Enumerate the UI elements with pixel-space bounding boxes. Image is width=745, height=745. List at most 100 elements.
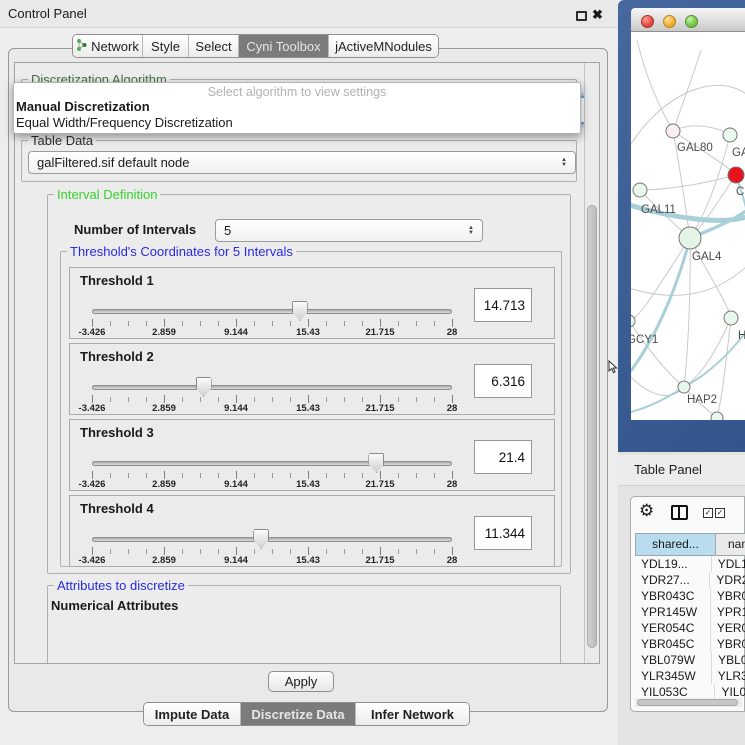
network-node[interactable] [711, 412, 723, 420]
slider-ticks [92, 395, 453, 403]
scrollbar-thumb[interactable] [587, 205, 597, 648]
threshold-value-input[interactable] [474, 440, 532, 474]
scrollbar-thumb[interactable] [637, 699, 738, 706]
network-node[interactable] [633, 183, 647, 197]
network-node[interactable] [666, 124, 680, 138]
network-node[interactable] [723, 128, 737, 142]
column-header-name[interactable]: name [716, 533, 745, 556]
interval-definition-group: Interval Definition Number of Intervals … [47, 194, 571, 574]
tick-label: 28 [447, 555, 458, 566]
slider-ticks [92, 319, 453, 327]
tick-label: 9.144 [224, 327, 248, 338]
node-table-body: YDL19...YDL1YDR27...YDR2YBR043CYBR0YPR14… [635, 556, 745, 698]
threshold-value-input[interactable] [474, 364, 532, 398]
tab-jactivemnodules[interactable]: jActiveMNodules [329, 35, 438, 57]
table-row[interactable]: YER054CYER0 [635, 620, 745, 636]
network-svg: GAL80GACGAL11GAL4GCY1HHAP2 [631, 32, 745, 420]
tab-style[interactable]: Style [143, 35, 189, 57]
tick-label: -3.426 [79, 403, 106, 414]
tab-label: jActiveMNodules [335, 39, 432, 54]
minimize-window-icon[interactable] [663, 15, 676, 28]
slider-thumb[interactable] [196, 377, 212, 397]
table-panel-titlebar: Table Panel [618, 455, 745, 486]
dropdown-option-equal-width[interactable]: Equal Width/Frequency Discretization [14, 115, 580, 131]
network-node-label: GAL11 [641, 204, 676, 216]
table-row[interactable]: YBL079WYBL0 [635, 652, 745, 668]
float-window-icon[interactable] [576, 11, 587, 21]
network-node[interactable] [724, 311, 738, 325]
table-data-combo[interactable]: galFiltered.sif default node ▲▼ [28, 151, 576, 174]
interval-definition-title: Interval Definition [54, 187, 160, 202]
threshold-slider[interactable]: -3.4262.8599.14415.4321.71528 [70, 496, 490, 568]
table-row[interactable]: YDL19...YDL1 [635, 556, 745, 572]
table-row[interactable]: YPR145WYPR1 [635, 604, 745, 620]
dropdown-option-manual[interactable]: Manual Discretization [14, 99, 580, 115]
column-header-shared-name[interactable]: shared... [635, 533, 716, 556]
network-node[interactable] [679, 227, 701, 249]
tick-label: 2.859 [152, 403, 176, 414]
network-icon [76, 39, 87, 54]
network-node[interactable] [631, 315, 635, 327]
gear-icon[interactable]: ⚙ [639, 501, 654, 521]
network-node[interactable] [728, 167, 744, 183]
table-horizontal-scrollbar[interactable] [635, 698, 742, 707]
close-window-icon[interactable] [641, 15, 654, 28]
slider-tick-labels: -3.4262.8599.14415.4321.71528 [92, 479, 452, 491]
tab-label: Impute Data [155, 707, 229, 722]
threshold-value-input[interactable] [474, 516, 532, 550]
tab-infer-network[interactable]: Infer Network [356, 703, 469, 725]
tab-discretize-data[interactable]: Discretize Data [241, 703, 356, 725]
tab-select[interactable]: Select [189, 35, 239, 57]
slider-track[interactable] [92, 309, 452, 314]
threshold-row: Threshold 4 -3.4262.8599.14415.4321.7152… [69, 495, 555, 567]
table-row[interactable]: YIL053CYIL0 [635, 684, 745, 698]
slider-thumb[interactable] [292, 301, 308, 321]
apply-button[interactable]: Apply [268, 671, 334, 692]
column-layout-icon[interactable] [671, 505, 688, 520]
network-node-label: HAP2 [687, 394, 717, 406]
threshold-slider[interactable]: -3.4262.8599.14415.4321.71528 [70, 268, 490, 340]
thresholds-group: Threshold's Coordinates for 5 Intervals … [60, 251, 562, 567]
number-of-intervals-combo[interactable]: 5 ▲▼ [215, 219, 483, 242]
slider-thumb[interactable] [368, 453, 384, 473]
tick-label: 15.43 [296, 327, 320, 338]
table-row[interactable]: YBR045CYBR0 [635, 636, 745, 652]
table-row[interactable]: YDR27...YDR2 [635, 572, 745, 588]
tick-label: 2.859 [152, 327, 176, 338]
slider-track[interactable] [92, 461, 452, 466]
slider-tick-labels: -3.4262.8599.14415.4321.71528 [92, 403, 452, 415]
slider-track[interactable] [92, 385, 452, 390]
slider-thumb[interactable] [253, 529, 269, 549]
zoom-window-icon[interactable] [685, 15, 698, 28]
tab-cyni-toolbox[interactable]: Cyni Toolbox [239, 35, 329, 57]
threshold-slider[interactable]: -3.4262.8599.14415.4321.71528 [70, 344, 490, 416]
table-row[interactable]: YBR043CYBR0 [635, 588, 745, 604]
network-node[interactable] [678, 381, 690, 393]
mouse-cursor [608, 360, 618, 379]
table-row[interactable]: YLR345WYLR3 [635, 668, 745, 684]
tick-label: 15.43 [296, 555, 320, 566]
tick-label: -3.426 [79, 327, 106, 338]
thresholds-group-title: Threshold's Coordinates for 5 Intervals [67, 244, 296, 259]
network-node-label: GA [732, 147, 745, 159]
tick-label: 9.144 [224, 555, 248, 566]
threshold-slider[interactable]: -3.4262.8599.14415.4321.71528 [70, 420, 490, 492]
tab-impute-data[interactable]: Impute Data [144, 703, 241, 725]
tick-label: 21.715 [365, 555, 394, 566]
threshold-value-input[interactable] [474, 288, 532, 322]
settings-vertical-scrollbar[interactable] [584, 63, 599, 663]
checkbox-icon[interactable]: ✓ [715, 508, 725, 518]
tab-network[interactable]: Network [73, 35, 143, 57]
slider-tick-labels: -3.4262.8599.14415.4321.71528 [92, 555, 452, 567]
table-data-combo-value: galFiltered.sif default node [29, 155, 557, 170]
tab-label: Cyni Toolbox [246, 39, 320, 54]
network-node-label: GAL80 [677, 142, 713, 154]
tick-label: 9.144 [224, 403, 248, 414]
network-view-canvas[interactable]: GAL80GACGAL11GAL4GCY1HHAP2 [631, 32, 745, 420]
tick-label: 2.859 [152, 479, 176, 490]
slider-track[interactable] [92, 537, 452, 542]
checkbox-icon[interactable]: ✓ [703, 508, 713, 518]
table-data-group-title: Table Data [28, 133, 96, 148]
close-icon[interactable]: ✖ [592, 7, 603, 23]
settings-scroll-area: Discretization Algorithm Table Data galF… [14, 62, 600, 664]
